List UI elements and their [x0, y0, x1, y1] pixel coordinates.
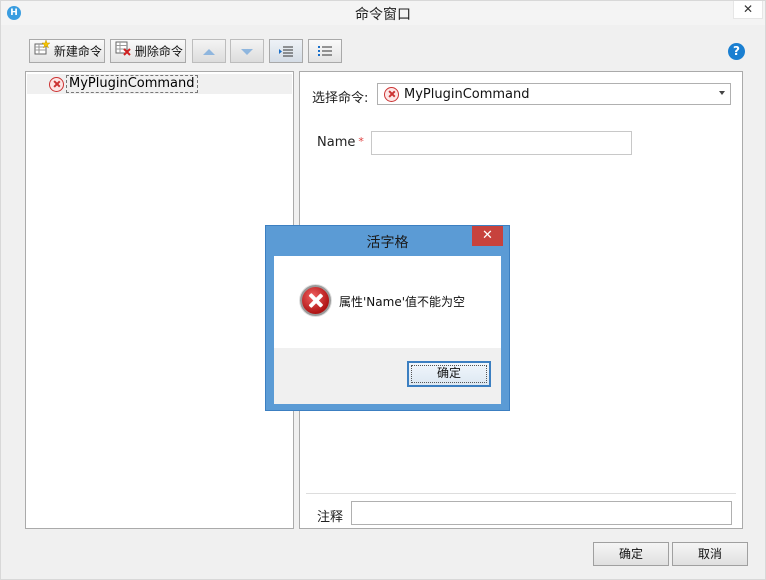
- delete-command-label: 删除命令: [134, 44, 183, 59]
- dialog-body: 属性'Name'值不能为空 确定: [274, 256, 501, 404]
- delete-command-icon: [115, 40, 131, 63]
- outdent-button[interactable]: [308, 39, 342, 63]
- delete-command-button[interactable]: 删除命令: [110, 39, 186, 63]
- name-input[interactable]: [371, 131, 632, 155]
- select-command-label: 选择命令:: [312, 91, 369, 106]
- new-command-icon: [34, 39, 51, 63]
- error-icon: [384, 87, 399, 102]
- new-command-label: 新建命令: [53, 44, 102, 59]
- error-icon: [300, 285, 331, 316]
- title-bar: H 命令窗口 ✕: [1, 1, 765, 25]
- tree-item[interactable]: MyPluginCommand: [27, 74, 292, 94]
- arrow-down-icon: [241, 48, 253, 55]
- command-tree-panel: MyPluginCommand: [25, 71, 294, 529]
- new-command-button[interactable]: 新建命令: [29, 39, 105, 63]
- error-icon: [49, 77, 64, 92]
- command-window: H 命令窗口 ✕ 新建命令 删除命令 ? MyPluginCommand 选择命…: [0, 0, 766, 580]
- move-up-button[interactable]: [192, 39, 226, 63]
- dialog-message: 属性'Name'值不能为空: [339, 295, 466, 309]
- tree-item-label: MyPluginCommand: [66, 75, 198, 93]
- name-label: Name: [317, 135, 356, 150]
- note-input[interactable]: [351, 501, 732, 525]
- window-close-button[interactable]: ✕: [733, 1, 763, 19]
- error-dialog: 活字格 ✕ 属性'Name'值不能为空 确定: [265, 225, 510, 411]
- note-label: 注释: [317, 510, 344, 525]
- chevron-down-icon: [719, 91, 725, 95]
- command-select[interactable]: MyPluginCommand: [377, 83, 731, 105]
- outdent-icon: [318, 45, 332, 56]
- dialog-ok-button[interactable]: 确定: [407, 361, 491, 387]
- required-mark: *: [358, 135, 364, 148]
- divider: [306, 493, 736, 494]
- indent-icon: [279, 46, 293, 56]
- help-icon[interactable]: ?: [728, 43, 745, 60]
- name-label-row: Name *: [317, 135, 364, 150]
- ok-button[interactable]: 确定: [593, 542, 669, 566]
- command-select-value: MyPluginCommand: [404, 87, 530, 102]
- window-title: 命令窗口: [355, 7, 411, 23]
- dialog-close-button[interactable]: ✕: [472, 226, 503, 246]
- cancel-button[interactable]: 取消: [672, 542, 748, 566]
- move-down-button[interactable]: [230, 39, 264, 63]
- arrow-up-icon: [203, 48, 215, 55]
- indent-button[interactable]: [269, 39, 303, 63]
